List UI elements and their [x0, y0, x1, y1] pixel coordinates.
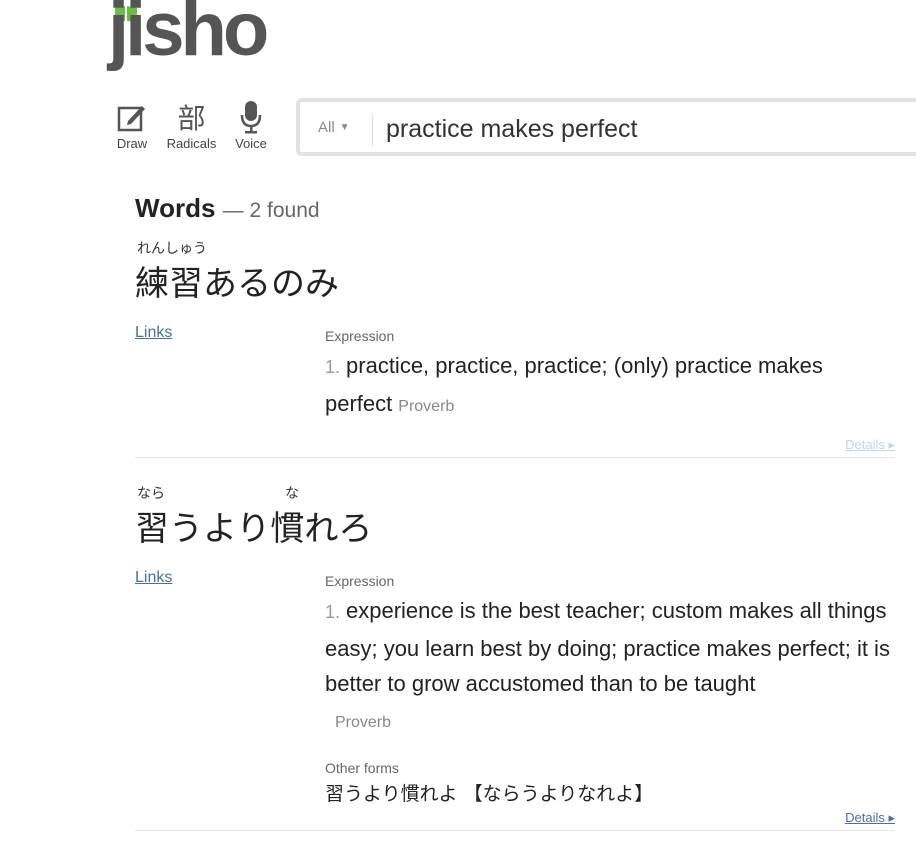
furigana: な	[285, 486, 299, 502]
meaning-number: 1.	[325, 602, 341, 622]
entry-divider	[135, 830, 895, 831]
meaning-number: 1.	[325, 357, 341, 377]
part-of-speech: Expression	[325, 328, 395, 344]
details-link[interactable]: Details ▸	[845, 437, 895, 453]
meaning: 1. practice, practice, practice; (only) p…	[325, 348, 900, 424]
radicals-label: Radicals	[166, 136, 217, 151]
microphone-icon	[230, 100, 272, 134]
part-of-speech: Expression	[325, 573, 395, 589]
result-entry: れんしゅう 練習あるのみ Links Expression 1. practice…	[135, 238, 895, 458]
entry-word: 習うより慣れろ	[135, 509, 373, 549]
voice-button[interactable]: Voice	[230, 100, 272, 151]
draw-label: Draw	[116, 136, 148, 151]
logo-text: jisho	[108, 0, 269, 72]
other-forms: 習うより慣れよ 【ならうよりなれよ】	[325, 783, 654, 805]
search-input[interactable]	[386, 110, 916, 148]
results-count: — 2 found	[222, 199, 320, 222]
entry-word: 練習あるのみ	[135, 264, 339, 304]
meaning-text: experience is the best teacher; custom m…	[325, 598, 890, 696]
furigana: なら	[137, 486, 165, 502]
furigana: れんしゅう	[137, 241, 207, 257]
result-entry: なら な 習うより慣れろ Links Expression 1. experien…	[135, 483, 895, 831]
links-link[interactable]: Links	[135, 324, 172, 342]
details-link[interactable]: Details ▸	[845, 810, 895, 826]
search-filter-value: All	[318, 119, 335, 136]
meanings: Expression 1. experience is the best teac…	[325, 573, 900, 806]
results-title: Words	[135, 193, 216, 223]
draw-button[interactable]: Draw	[112, 100, 152, 151]
search-filter-select[interactable]: All ▼	[318, 119, 350, 136]
chevron-down-icon: ▼	[339, 122, 350, 133]
search-separator	[372, 114, 373, 146]
entry-divider	[135, 457, 895, 458]
search-box: All ▼	[296, 98, 916, 156]
radicals-button[interactable]: 部 Radicals	[164, 100, 219, 151]
other-forms-label: Other forms	[325, 760, 399, 776]
proverb-tag: Proverb	[398, 397, 455, 415]
voice-label: Voice	[235, 136, 267, 151]
meaning: 1. experience is the best teacher; custom…	[325, 593, 900, 740]
meanings: Expression 1. practice, practice, practic…	[325, 328, 900, 424]
results-heading: Words — 2 found	[135, 193, 320, 224]
links-link[interactable]: Links	[135, 569, 172, 587]
radicals-glyph: 部	[177, 102, 206, 135]
proverb-tag: Proverb	[335, 713, 392, 731]
pencil-square-icon	[112, 100, 152, 134]
jisho-logo[interactable]: jisho	[108, 0, 273, 90]
